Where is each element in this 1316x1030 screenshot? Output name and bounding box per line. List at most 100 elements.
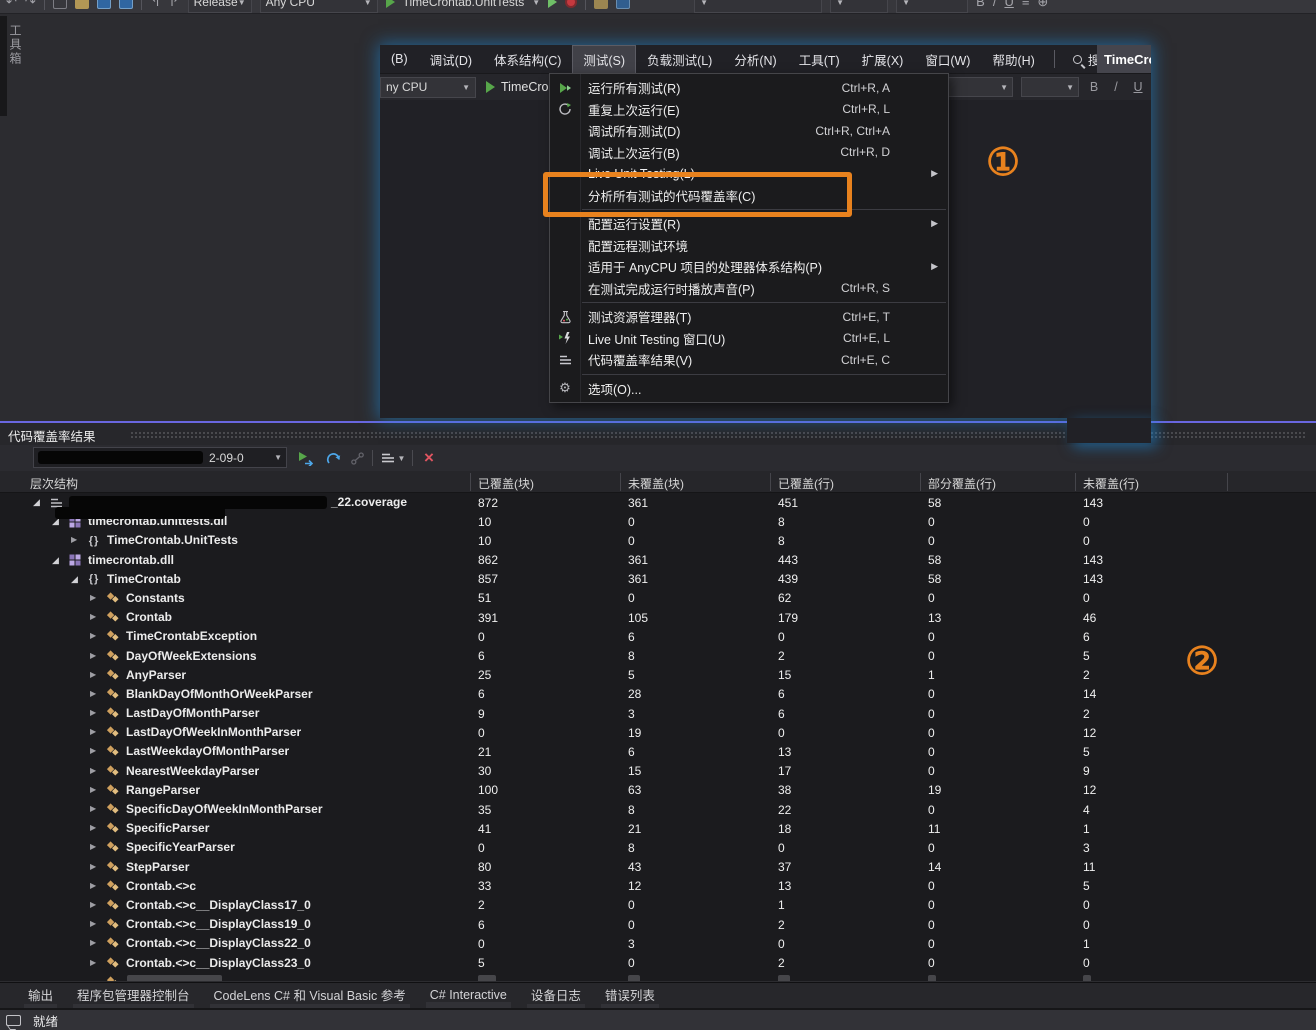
table-row[interactable]: ▶Crontab.<>c33121305: [0, 877, 1316, 896]
tree-expand-icon[interactable]: ▶: [90, 631, 96, 640]
menu-item-适用于-anycpu-项目的处理器体系结构-p-[interactable]: 适用于 AnyCPU 项目的处理器体系结构(P)▶: [550, 256, 948, 278]
table-row[interactable]: ◢{}TimeCrontab85736143958143: [0, 570, 1316, 589]
menubar-item[interactable]: 分析(N): [723, 45, 787, 73]
coverage-file-combobox[interactable]: 2-09-0 ▼: [33, 447, 287, 468]
run-icon[interactable]: [548, 0, 557, 8]
toolbar-select[interactable]: ▼: [896, 0, 968, 13]
menubar-item[interactable]: 工具(T): [788, 45, 851, 73]
tree-expand-icon[interactable]: ▶: [90, 746, 96, 755]
bottom-tab-codelens-c-和-visual-basic-参考[interactable]: CodeLens C# 和 Visual Basic 参考: [204, 981, 416, 1010]
table-row[interactable]: ▶StepParser8043371411: [0, 858, 1316, 877]
feedback-icon[interactable]: [6, 1015, 21, 1026]
column-hierarchy[interactable]: 层次结构: [30, 475, 78, 492]
table-row[interactable]: ▶AnyParser2551512: [0, 666, 1316, 685]
run-target-label[interactable]: TimeCrontab.UnitTests: [403, 0, 525, 9]
tree-expand-icon[interactable]: ▶: [71, 535, 77, 544]
bottom-tab-设备日志[interactable]: 设备日志: [521, 981, 591, 1010]
bold-icon[interactable]: B: [976, 0, 985, 9]
view-options-icon[interactable]: ▼: [378, 449, 408, 467]
redo-icon[interactable]: ↱: [169, 0, 180, 9]
navigate-back-icon[interactable]: ↶: [6, 0, 17, 9]
tree-expand-icon[interactable]: ▶: [90, 862, 96, 871]
merge-results-icon[interactable]: [322, 449, 344, 467]
tree-collapse-icon[interactable]: ◢: [52, 555, 59, 566]
font-select[interactable]: ▼: [941, 77, 1013, 97]
column-header[interactable]: 已覆盖(行): [778, 475, 834, 492]
save-icon[interactable]: [97, 0, 111, 9]
open-folder-icon[interactable]: [75, 0, 89, 9]
tree-expand-icon[interactable]: ▶: [90, 727, 96, 736]
menubar-item[interactable]: 窗口(W): [914, 45, 981, 73]
menu-item-测试资源管理器-t-[interactable]: 测试资源管理器(T)Ctrl+E, T: [550, 306, 948, 328]
table-row[interactable]: ▶Crontab.<>c__DisplayClass22_003001: [0, 934, 1316, 953]
tree-expand-icon[interactable]: ▶: [90, 593, 96, 602]
tree-expand-icon[interactable]: ▶: [90, 881, 96, 890]
menubar-item[interactable]: 体系结构(C): [483, 45, 572, 73]
table-row[interactable]: ▶LastDayOfWeekInMonthParser0190012: [0, 723, 1316, 742]
column-separator[interactable]: [1227, 473, 1228, 491]
toolbar-select[interactable]: ▼: [694, 0, 822, 13]
table-row[interactable]: ▶LastWeekdayOfMonthParser2161305: [0, 742, 1316, 761]
table-row[interactable]: ▶Crontab3911051791346: [0, 608, 1316, 627]
menu-item-配置远程测试环境[interactable]: 配置远程测试环境: [550, 235, 948, 257]
tree-expand-icon[interactable]: ▶: [90, 612, 96, 621]
tree-expand-icon[interactable]: ▶: [90, 804, 96, 813]
menu-item-调试所有测试-d-[interactable]: 调试所有测试(D)Ctrl+R, Ctrl+A: [550, 120, 948, 142]
tree-expand-icon[interactable]: ▶: [90, 785, 96, 794]
record-icon[interactable]: [565, 0, 577, 8]
tree-expand-icon[interactable]: ▶: [90, 900, 96, 909]
tree-expand-icon[interactable]: ▶: [90, 689, 96, 698]
table-row[interactable]: ▶{}TimeCrontab.UnitTests100800: [0, 531, 1316, 550]
bottom-tab-输出[interactable]: 输出: [18, 981, 63, 1010]
table-row[interactable]: ◢timecrontab.dll86236144358143: [0, 551, 1316, 570]
column-separator[interactable]: [770, 473, 771, 491]
table-row[interactable]: ▶Crontab.<>c__DisplayClass19_060200: [0, 915, 1316, 934]
menu-item-调试上次运行-b-[interactable]: 调试上次运行(B)Ctrl+R, D: [550, 142, 948, 164]
column-header[interactable]: 未覆盖(行): [1083, 475, 1139, 492]
undo-icon[interactable]: ↰: [150, 0, 161, 9]
run-target-caret-icon[interactable]: ▼: [532, 0, 540, 7]
italic-icon[interactable]: /: [993, 0, 997, 9]
tree-expand-icon[interactable]: ▶: [90, 670, 96, 679]
table-row[interactable]: ▶Constants5106200: [0, 589, 1316, 608]
sidebar-tab-toolbox[interactable]: 工具箱: [7, 24, 24, 66]
table-row[interactable]: ▶LastDayOfMonthParser93602: [0, 704, 1316, 723]
bottom-tab-错误列表[interactable]: 错误列表: [595, 981, 665, 1010]
tree-expand-icon[interactable]: ▶: [90, 938, 96, 947]
table-row[interactable]: ▶DayOfWeekExtensions68205: [0, 647, 1316, 666]
italic-button[interactable]: /: [1109, 80, 1123, 94]
column-header[interactable]: 未覆盖(块): [628, 475, 684, 492]
table-row[interactable]: ▶TimeCrontabException06006: [0, 627, 1316, 646]
tree-expand-icon[interactable]: ▶: [90, 823, 96, 832]
column-separator[interactable]: [1075, 473, 1076, 491]
table-row[interactable]: ▶Crontab.<>c__DisplayClass17_020100: [0, 896, 1316, 915]
table-row[interactable]: ▶NearestWeekdayParser30151709: [0, 762, 1316, 781]
underline-button[interactable]: U: [1131, 80, 1145, 94]
platform-select-clipped[interactable]: ny CPU▼: [380, 77, 476, 98]
menubar-item[interactable]: (B): [380, 47, 419, 71]
import-coverage-icon[interactable]: [296, 449, 318, 467]
platform-select[interactable]: Any CPU▼: [260, 0, 378, 13]
run-tests-button[interactable]: TimeCro: [486, 80, 548, 94]
navigate-forward-icon[interactable]: ↷: [25, 0, 36, 9]
column-header[interactable]: 部分覆盖(行): [928, 475, 996, 492]
table-row[interactable]: ▶SpecificParser412118111: [0, 819, 1316, 838]
menubar-item[interactable]: 帮助(H): [981, 45, 1045, 73]
table-row[interactable]: ▶RangeParser10063381912: [0, 781, 1316, 800]
go-to-icon[interactable]: [616, 0, 630, 9]
menu-item-重复上次运行-e-[interactable]: 重复上次运行(E)Ctrl+R, L: [550, 99, 948, 121]
tree-expand-icon[interactable]: ▶: [90, 842, 96, 851]
menubar-item[interactable]: 负载测试(L): [636, 45, 723, 73]
start-debug-icon[interactable]: [386, 0, 395, 8]
remove-coverage-icon[interactable]: ×: [418, 449, 440, 467]
tree-collapse-icon[interactable]: ◢: [71, 574, 78, 585]
underline-icon[interactable]: U: [1004, 0, 1013, 9]
tree-expand-icon[interactable]: ▶: [90, 708, 96, 717]
menu-item-live-unit-testing-窗口-u-[interactable]: Live Unit Testing 窗口(U)Ctrl+E, L: [550, 328, 948, 350]
menu-item-运行所有测试-r-[interactable]: 运行所有测试(R)Ctrl+R, A: [550, 77, 948, 99]
table-row[interactable]: ▶SpecificDayOfWeekInMonthParser3582204: [0, 800, 1316, 819]
toolbar-select[interactable]: ▼: [830, 0, 888, 13]
column-header[interactable]: 已覆盖(块): [478, 475, 534, 492]
table-row[interactable]: ▶SpecificYearParser08003: [0, 838, 1316, 857]
menubar-item[interactable]: 扩展(X): [851, 45, 915, 73]
